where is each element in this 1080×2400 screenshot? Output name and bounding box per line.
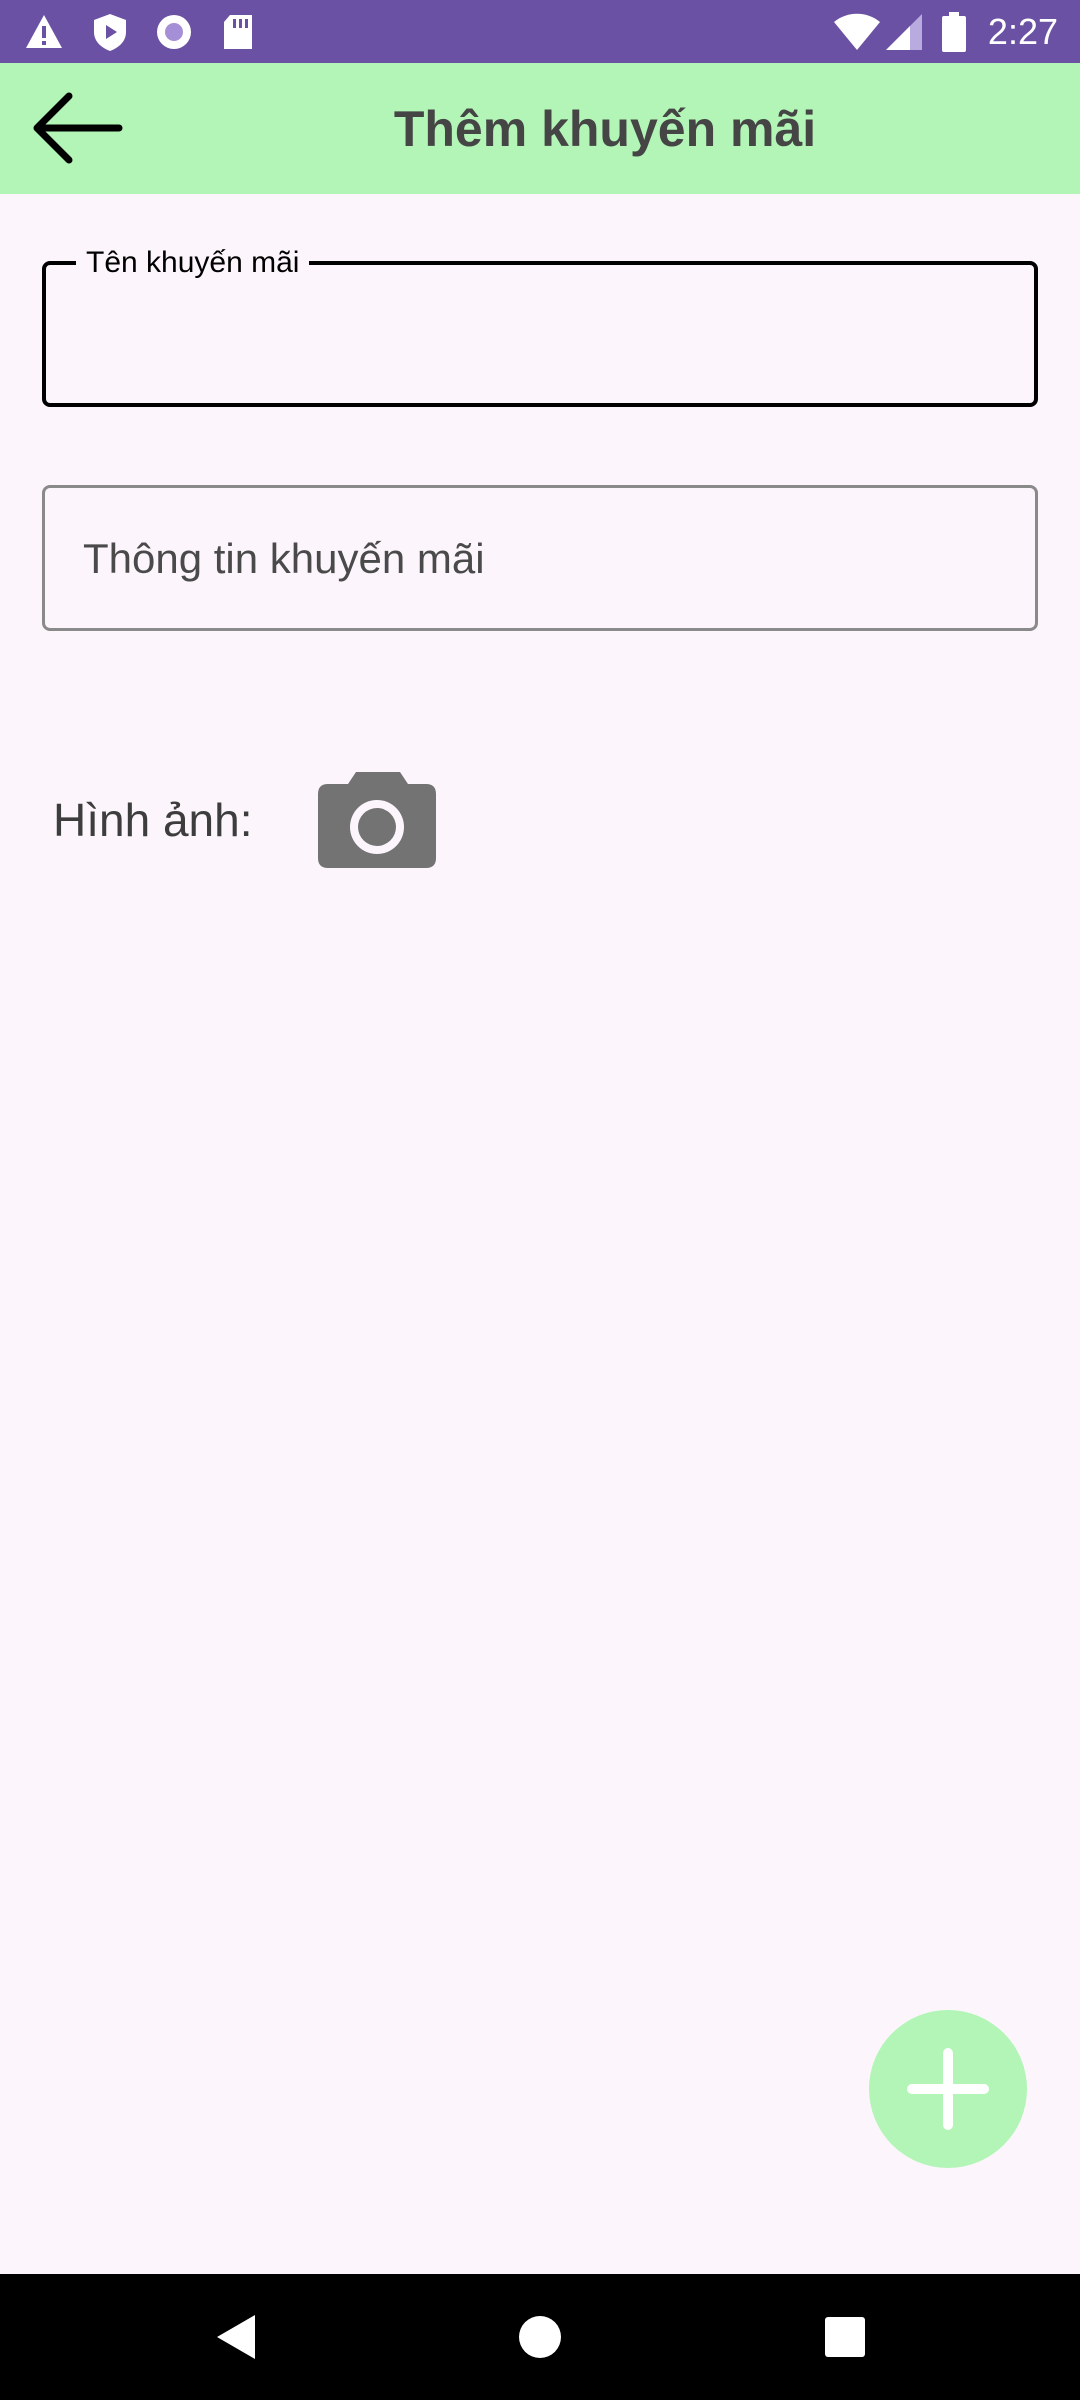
record-icon	[157, 15, 191, 49]
battery-icon	[942, 12, 966, 52]
back-button[interactable]	[22, 85, 132, 171]
navigation-bar	[0, 2274, 1080, 2400]
promotion-info-field[interactable]	[42, 485, 1038, 631]
promotion-name-field[interactable]: Tên khuyến mãi	[42, 243, 1038, 407]
back-triangle-icon[interactable]	[205, 2307, 265, 2367]
add-promotion-fab[interactable]	[869, 2010, 1027, 2168]
home-circle-icon[interactable]	[510, 2307, 570, 2367]
promotion-info-input[interactable]	[83, 524, 1005, 594]
signal-icon	[886, 14, 922, 50]
sd-card-icon	[224, 15, 252, 49]
status-bar: 2:27	[0, 0, 1080, 63]
warning-icon	[26, 15, 62, 48]
shield-play-icon	[94, 14, 126, 51]
plus-icon	[907, 2048, 989, 2130]
recents-square-icon[interactable]	[815, 2307, 875, 2367]
arrow-back-icon	[33, 92, 123, 164]
camera-icon	[318, 772, 436, 868]
app-bar: Thêm khuyến mãi	[0, 63, 1080, 194]
page-title: Thêm khuyến mãi	[393, 100, 817, 157]
wifi-icon	[834, 13, 880, 50]
status-time: 2:27	[987, 11, 1058, 52]
camera-button[interactable]	[316, 770, 438, 870]
image-label: Hình ảnh:	[53, 794, 253, 846]
promotion-name-label: Tên khuyến mãi	[76, 243, 310, 283]
promotion-name-input[interactable]	[84, 305, 1004, 375]
